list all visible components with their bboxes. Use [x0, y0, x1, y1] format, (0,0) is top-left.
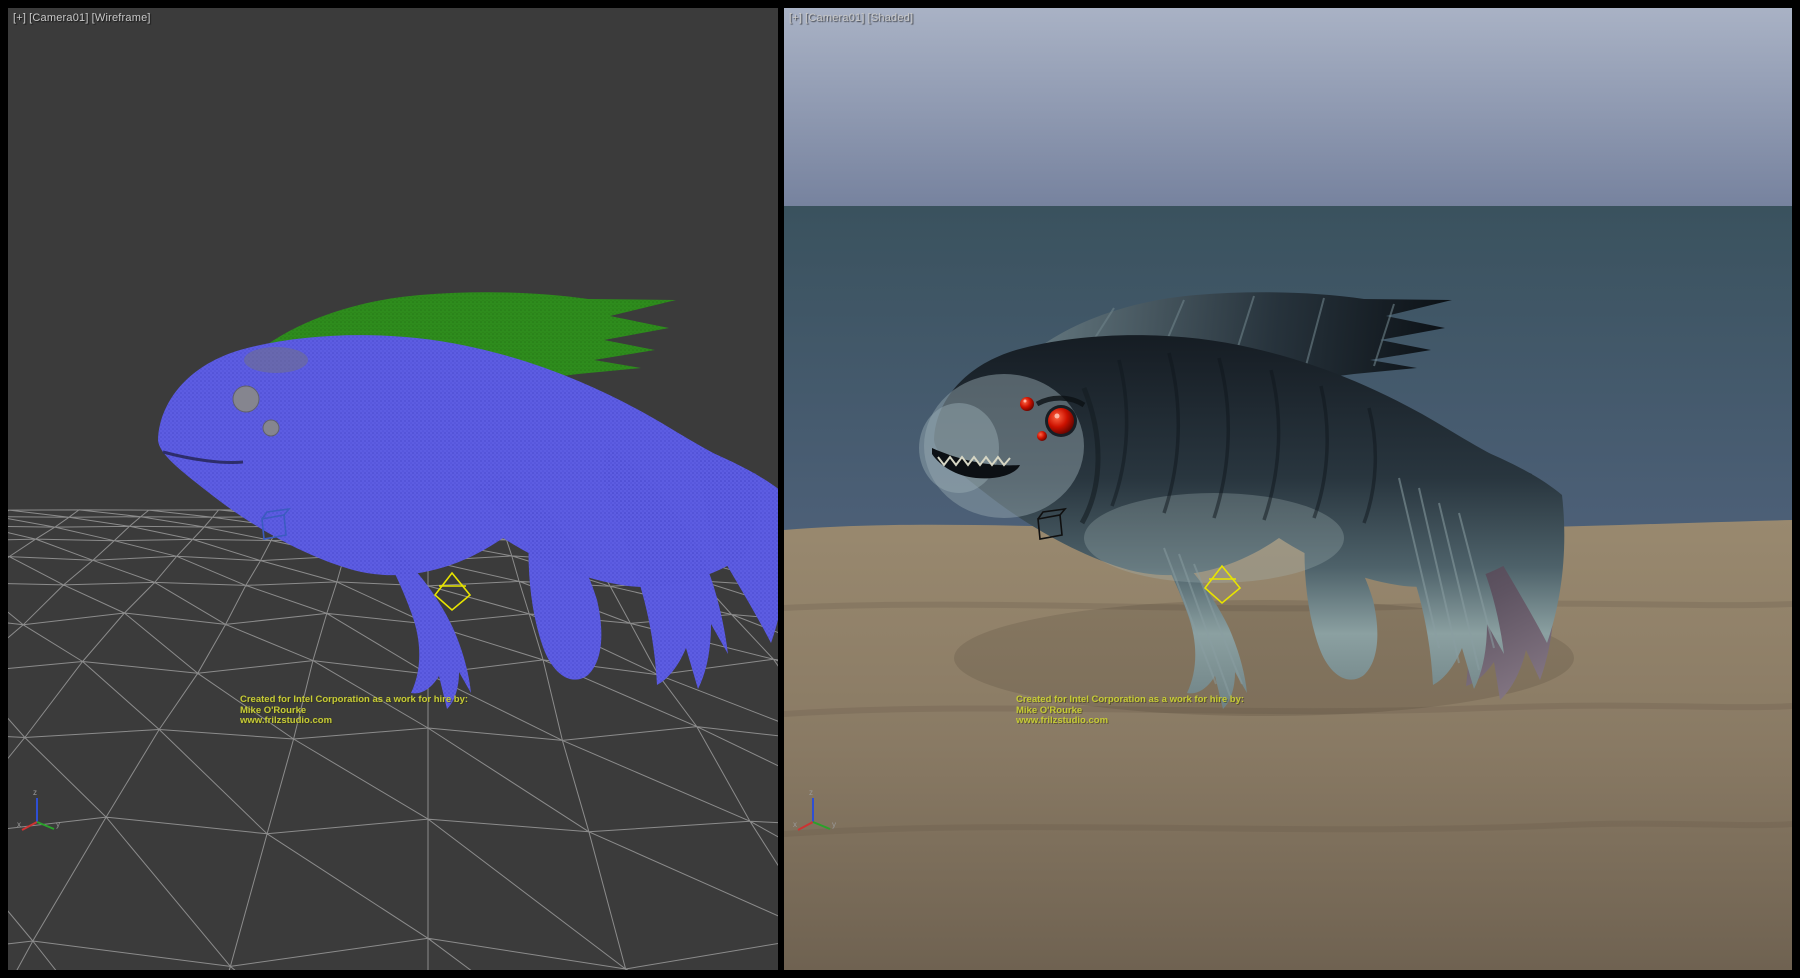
viewport-label-wireframe: [+] [Camera01] [Wireframe] [13, 12, 151, 24]
axis-y-label: y [832, 820, 836, 829]
fish-eye-small [263, 420, 279, 436]
snout-highlight [919, 403, 999, 493]
eye-small-lower [1037, 431, 1047, 441]
axis-x [798, 822, 813, 830]
watermark-line-1: Created for Intel Corporation as a work … [240, 695, 468, 706]
eye-glint [1055, 414, 1060, 419]
world-axis-tripod: z x y [792, 786, 838, 834]
viewport-wireframe[interactable]: [+] [Camera01] [Wireframe] Created for I… [8, 8, 778, 970]
axis-x-label: x [17, 820, 21, 829]
axis-y [813, 822, 830, 829]
eye-small-upper [1020, 397, 1034, 411]
axis-x-label: x [793, 820, 797, 829]
viewport-menu-general[interactable]: [+] [13, 12, 26, 24]
watermark-line-1: Created for Intel Corporation as a work … [1016, 695, 1244, 706]
ground-plane [784, 520, 1792, 970]
viewport-menu-pov[interactable]: [Camera01] [805, 12, 864, 24]
eye-glint-small [1024, 400, 1027, 403]
viewport-shaded[interactable]: [+] [Camera01] [Shaded] Created for Inte… [784, 8, 1792, 970]
viewport-menu-shading[interactable]: [Shaded] [868, 12, 914, 24]
viewport-menu-pov[interactable]: [Camera01] [29, 12, 88, 24]
axis-y-label: y [56, 820, 60, 829]
viewport-menu-shading[interactable]: [Wireframe] [92, 12, 151, 24]
axis-y [37, 822, 54, 829]
axis-x [22, 822, 37, 830]
viewport-menu-general[interactable]: [+] [789, 12, 802, 24]
shaded-scene-canvas[interactable] [784, 8, 1792, 970]
watermark-line-3: www.frilzstudio.com [1016, 716, 1244, 727]
viewport-label-shaded: [+] [Camera01] [Shaded] [789, 12, 913, 24]
eye-large [1048, 408, 1074, 434]
watermark: Created for Intel Corporation as a work … [240, 695, 468, 727]
wireframe-scene-canvas[interactable] [8, 8, 778, 970]
sky [784, 8, 1792, 208]
watermark-line-3: www.frilzstudio.com [240, 716, 468, 727]
fish-eye-large [233, 386, 259, 412]
axis-z-label: z [809, 788, 813, 797]
watermark: Created for Intel Corporation as a work … [1016, 695, 1244, 727]
world-axis-tripod: z x y [16, 786, 62, 834]
axis-z-label: z [33, 788, 37, 797]
head-shading [244, 347, 308, 373]
belly-highlight [1084, 493, 1344, 583]
viewport-layout: [+] [Camera01] [Wireframe] Created for I… [0, 0, 1800, 978]
